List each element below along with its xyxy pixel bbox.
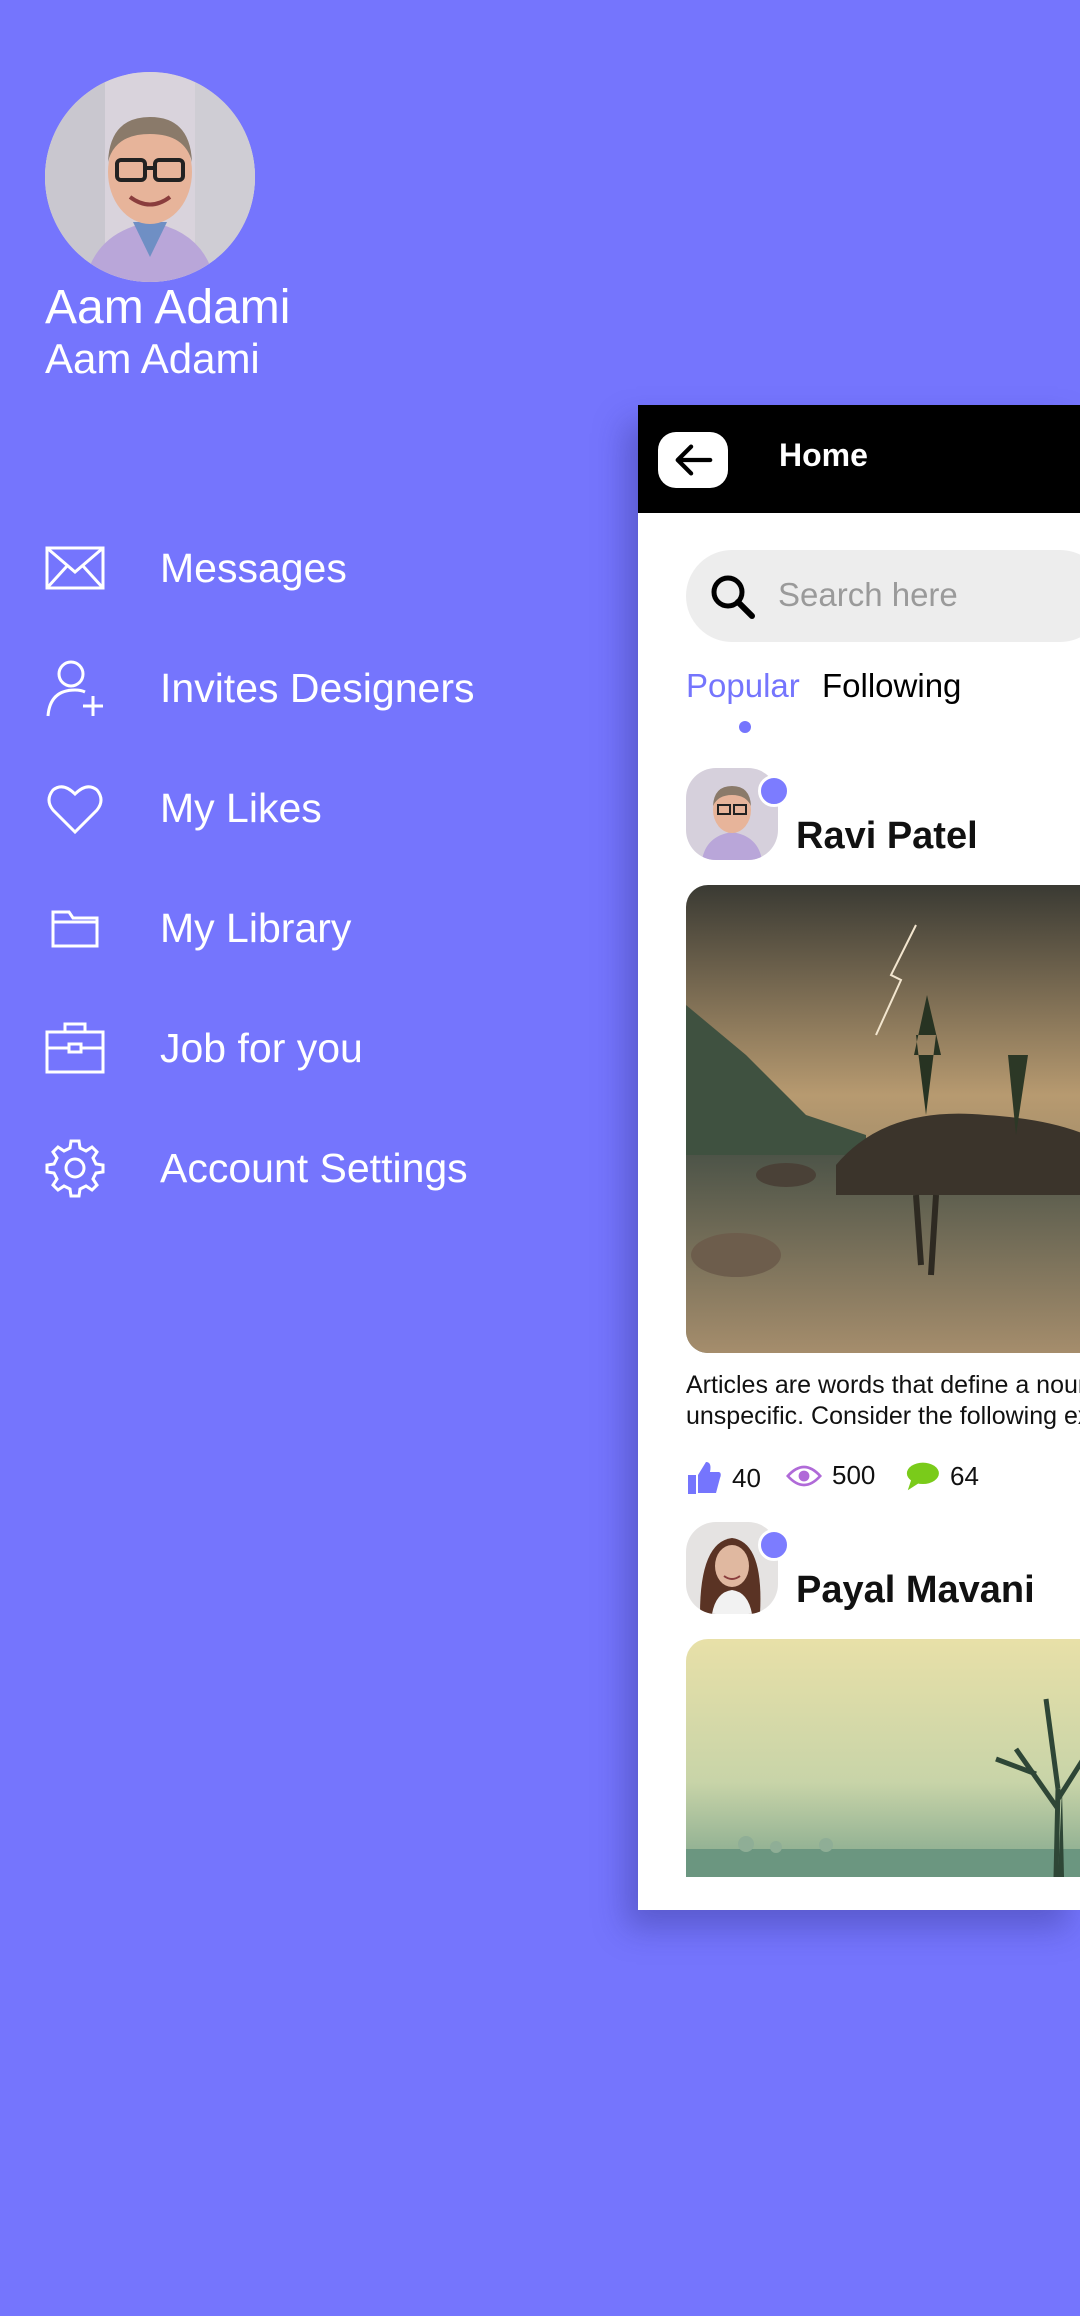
menu-item-account-settings[interactable]: Account Settings: [45, 1108, 474, 1228]
view-count: 500: [832, 1460, 876, 1490]
arrow-left-icon: [675, 444, 713, 476]
like-stat[interactable]: 40: [686, 1460, 761, 1496]
menu-label: Job for you: [160, 1024, 363, 1071]
add-user-icon: [45, 658, 105, 718]
online-status-indicator: [758, 775, 790, 807]
home-screen-preview[interactable]: Home Search here Popular Following Ravi …: [638, 405, 1080, 1910]
tab-popular[interactable]: Popular: [686, 667, 800, 705]
menu-item-messages[interactable]: Messages: [45, 508, 474, 628]
online-status-indicator: [758, 1529, 790, 1561]
drawer-menu: Messages Invites Designers My Likes My L…: [45, 508, 474, 1228]
menu-item-my-likes[interactable]: My Likes: [45, 748, 474, 868]
profile-name: Aam Adami: [45, 281, 291, 334]
post-author-name[interactable]: Ravi Patel: [796, 815, 978, 858]
search-icon: [711, 575, 755, 619]
tab-following[interactable]: Following: [822, 667, 961, 705]
like-count: 40: [732, 1462, 761, 1493]
post-text-line: Articles are words that define a noun as…: [686, 1371, 1080, 1399]
menu-label: Invites Designers: [160, 664, 475, 711]
gear-icon: [45, 1138, 105, 1198]
search-bar[interactable]: Search here: [686, 550, 1080, 642]
menu-label: Messages: [160, 544, 347, 591]
active-tab-indicator: [739, 721, 751, 733]
post-text-line: unspecific. Consider the following examp…: [686, 1402, 1080, 1430]
comment-stat[interactable]: 64: [904, 1460, 979, 1492]
landscape-photo: [686, 885, 1080, 1353]
menu-label: My Likes: [160, 784, 322, 831]
thumbs-up-icon: [688, 1462, 721, 1494]
top-app-bar: Home: [638, 405, 1080, 513]
comment-count: 64: [950, 1460, 979, 1491]
eye-icon: [786, 1465, 822, 1486]
folder-icon: [45, 898, 105, 958]
post-image[interactable]: [686, 885, 1080, 1353]
comment-icon: [906, 1462, 939, 1491]
profile-photo: [45, 72, 255, 282]
heart-icon: [45, 778, 105, 838]
profile-avatar[interactable]: [45, 72, 255, 282]
menu-item-invites-designers[interactable]: Invites Designers: [45, 628, 474, 748]
page-title: Home: [779, 437, 868, 473]
search-input[interactable]: Search here: [778, 576, 958, 614]
post-author-name[interactable]: Payal Mavani: [796, 1569, 1035, 1612]
view-stat: 500: [786, 1460, 875, 1491]
foggy-tree-photo: [686, 1639, 1080, 1877]
envelope-icon: [45, 538, 105, 598]
back-button[interactable]: [658, 432, 728, 488]
post-image[interactable]: [686, 1639, 1080, 1877]
briefcase-icon: [45, 1018, 105, 1078]
menu-label: Account Settings: [160, 1144, 468, 1191]
menu-label: My Library: [160, 904, 352, 951]
profile-subtitle: Aam Adami: [45, 335, 260, 382]
menu-item-my-library[interactable]: My Library: [45, 868, 474, 988]
menu-item-job-for-you[interactable]: Job for you: [45, 988, 474, 1108]
